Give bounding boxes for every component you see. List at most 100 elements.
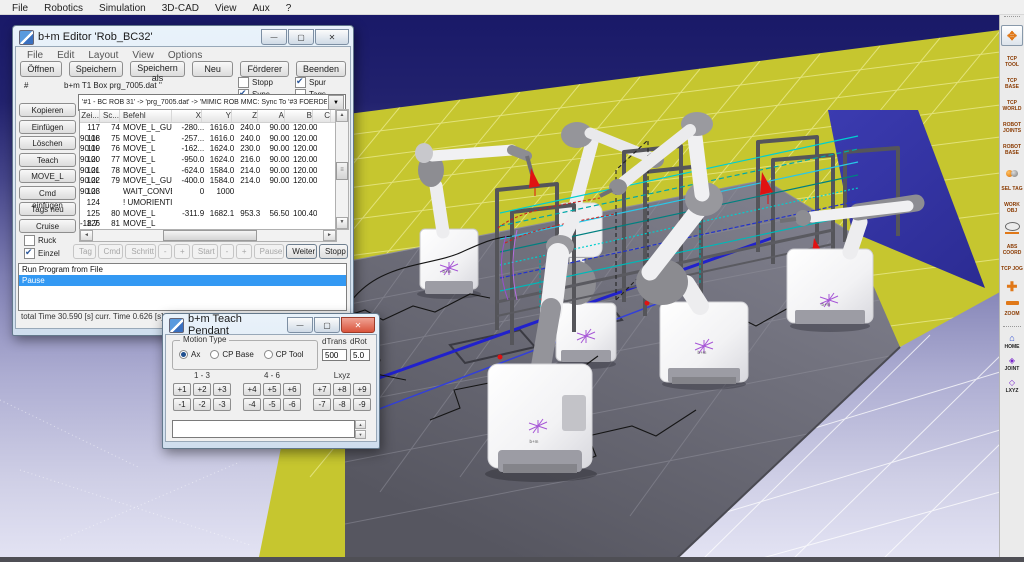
joint-button[interactable]: ◈ JOINT (1005, 357, 1020, 372)
editor-toolbar-button[interactable]: Öffnen (20, 61, 62, 77)
minimize-button[interactable] (287, 317, 313, 333)
robot-base-button[interactable]: ROBOT BASE (1001, 144, 1024, 156)
work-obj-icon[interactable] (1005, 222, 1020, 234)
execution-control-button[interactable]: Weiter (286, 244, 317, 259)
radio-ax[interactable]: Ax (179, 350, 200, 359)
jog-button[interactable]: +5 (263, 383, 281, 396)
abs-coord-button[interactable]: ABS COORD (1001, 244, 1024, 256)
menu-item[interactable]: Robotics (36, 3, 91, 14)
sel-tag-button[interactable]: SEL TAG (1001, 186, 1024, 192)
editor-toolbar-button[interactable]: Speichern als (130, 61, 185, 77)
lxyz-button[interactable]: ◇ LXYZ (1006, 379, 1019, 394)
run-status-line[interactable]: Run Program from File (19, 264, 346, 275)
menu-item[interactable]: View (207, 3, 245, 14)
command-button[interactable]: Cmd einfügen (19, 186, 76, 200)
drot-field[interactable] (350, 349, 370, 361)
column-header[interactable]: A (258, 110, 285, 122)
tcp-jog-button[interactable]: TCP JOG (1001, 266, 1024, 272)
table-row[interactable]: 12681MOVE_L (80, 219, 335, 229)
column-header[interactable]: X (172, 110, 202, 122)
dtrans-field[interactable] (322, 349, 347, 361)
table-row[interactable]: 12077MOVE_L -950.01624.0216.0 90.00120.0… (80, 155, 335, 166)
jog-button[interactable]: +4 (243, 383, 261, 396)
table-vertical-scrollbar[interactable]: ▲ ≡ ▼ (335, 109, 349, 230)
jog-button[interactable]: -6 (283, 398, 301, 411)
command-button[interactable]: Löschen (19, 136, 76, 150)
jog-button[interactable]: -2 (193, 398, 211, 411)
execution-control-button[interactable]: Pause (254, 244, 285, 259)
table-row[interactable]: 12178MOVE_L -624.01584.0214.0 90.00120.0… (80, 166, 335, 177)
table-row[interactable]: 123WAIT_CONVE... 01000 (80, 187, 335, 198)
sel-tag-icon[interactable] (1006, 164, 1018, 176)
close-button[interactable] (341, 317, 375, 333)
editor-title-bar[interactable]: b+m Editor 'Rob_BC32' (15, 28, 351, 46)
execution-control-button[interactable]: Schritt (125, 244, 156, 259)
zoom-in-icon[interactable]: ✚ (1007, 281, 1018, 293)
command-button[interactable]: Tags neu (19, 202, 76, 216)
menu-item[interactable]: Options (161, 50, 209, 61)
run-status-line[interactable]: Pause (19, 275, 346, 286)
menu-item[interactable]: Aux (244, 3, 277, 14)
program-table[interactable]: Zei...Sc...BefehlXYZABC 11774MOVE_L_GU..… (79, 109, 336, 230)
zoom-out-icon[interactable] (1006, 301, 1019, 305)
table-row[interactable]: 11875MOVE_L -257...1616.0240.0 90.00120.… (80, 134, 335, 145)
jog-button[interactable]: -8 (333, 398, 351, 411)
radio-cp-tool[interactable]: CP Tool (264, 350, 304, 359)
pendant-message-box[interactable] (172, 420, 355, 438)
jog-button[interactable]: -3 (213, 398, 231, 411)
menu-item[interactable]: Edit (50, 50, 81, 61)
menu-item[interactable]: View (125, 50, 161, 61)
execution-control-button[interactable]: - (158, 244, 172, 259)
jog-button[interactable]: +7 (313, 383, 331, 396)
jog-button[interactable]: +2 (193, 383, 211, 396)
table-row[interactable]: 12279MOVE_L_GU... -400.01584.0214.0 90.0… (80, 176, 335, 187)
radio-cp-base[interactable]: CP Base (210, 350, 253, 359)
table-row[interactable]: 11976MOVE_L -162...1624.0230.0 90.00120.… (80, 144, 335, 155)
tcp-tool-button[interactable]: TCP TOOL (1001, 56, 1024, 68)
spur-checkbox[interactable]: Spur (295, 77, 326, 88)
table-row[interactable]: 12580MOVE_L -311.91682.1953.3 56.50100.4… (80, 209, 335, 220)
editor-toolbar-button[interactable]: Speichern (69, 61, 124, 77)
jog-button[interactable]: +8 (333, 383, 351, 396)
table-row[interactable]: 11774MOVE_L_GU... -280...1616.0240.0 90.… (80, 123, 335, 134)
command-button[interactable]: Cruise (19, 219, 76, 233)
column-header[interactable]: Z (232, 110, 258, 122)
close-button[interactable] (315, 29, 349, 45)
menu-item[interactable]: Simulation (91, 3, 154, 14)
editor-toolbar-button[interactable]: Beenden (296, 61, 346, 77)
command-button[interactable]: MOVE_L (19, 169, 76, 183)
execution-control-button[interactable]: Stopp (319, 244, 348, 259)
jog-all-button[interactable]: ✥ (1001, 25, 1023, 46)
column-header[interactable]: Y (202, 110, 232, 122)
table-row[interactable]: 124! UMORIENTI (80, 198, 335, 209)
maximize-button[interactable] (288, 29, 314, 45)
execution-control-button[interactable]: - (220, 244, 234, 259)
command-button[interactable]: Kopieren (19, 103, 76, 117)
jog-button[interactable]: -5 (263, 398, 281, 411)
execution-control-button[interactable]: + (174, 244, 190, 259)
command-button[interactable]: Einfügen (19, 120, 76, 134)
column-header[interactable]: Sc... (100, 110, 120, 122)
run-status-list[interactable]: Run Program from FilePause (18, 263, 347, 311)
home-button[interactable]: ⌂ HOME (1005, 334, 1020, 350)
jog-button[interactable]: +1 (173, 383, 191, 396)
pendant-title-bar[interactable]: b+m Teach Pendant (165, 316, 377, 334)
einzel-checkbox[interactable]: Einzel (24, 248, 60, 259)
menu-item[interactable]: File (20, 50, 50, 61)
jog-button[interactable]: -7 (313, 398, 331, 411)
work-obj-button[interactable]: WORK OBJ (1001, 202, 1024, 214)
menu-item[interactable]: ? (278, 3, 300, 14)
command-button[interactable]: Teach (19, 153, 76, 167)
menu-item[interactable]: 3D-CAD (154, 3, 207, 14)
jog-button[interactable]: -4 (243, 398, 261, 411)
column-header[interactable]: C (313, 110, 331, 122)
minimize-button[interactable] (261, 29, 287, 45)
jog-button[interactable]: +9 (353, 383, 371, 396)
robot-joints-button[interactable]: ROBOT JOINTS (1001, 122, 1024, 134)
jog-button[interactable]: +6 (283, 383, 301, 396)
column-header[interactable]: B (285, 110, 313, 122)
execution-control-button[interactable]: Cmd (98, 244, 124, 259)
execution-control-button[interactable]: + (236, 244, 252, 259)
menu-item[interactable]: File (4, 3, 36, 14)
jog-button[interactable]: -9 (353, 398, 371, 411)
